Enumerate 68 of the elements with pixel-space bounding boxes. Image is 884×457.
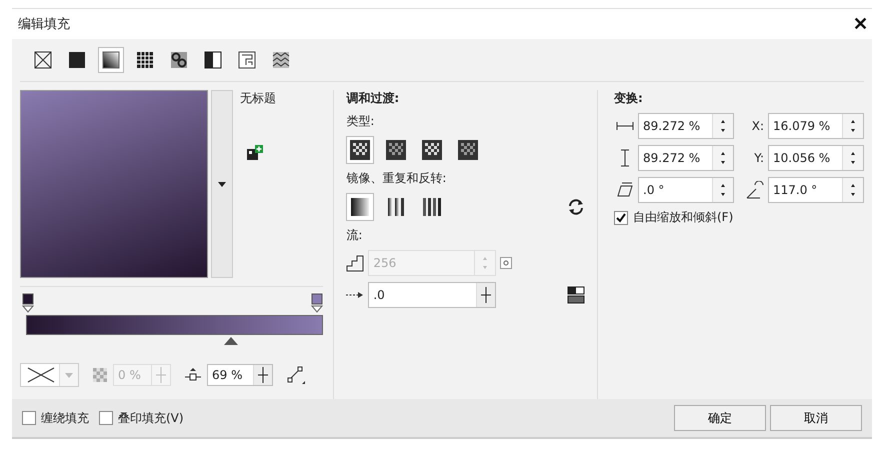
midpoint-field[interactable]: 69 % <box>207 364 273 386</box>
option-checkbox[interactable]: 缠绕填充 <box>22 410 89 426</box>
acceleration-field[interactable]: .0 <box>368 282 496 308</box>
width-icon <box>616 120 634 132</box>
transform-field[interactable]: 89.272 % <box>638 113 734 139</box>
steps-icon <box>346 254 364 272</box>
node-line-icon[interactable] <box>287 366 305 384</box>
transform-field[interactable]: 117.0 ° <box>768 177 864 203</box>
save-add-icon[interactable] <box>246 145 264 161</box>
color-node[interactable] <box>311 293 324 313</box>
node-color-dropdown[interactable] <box>20 363 79 387</box>
checkmark-icon <box>616 212 626 222</box>
gradient-stripes-icon <box>386 197 406 217</box>
postscript-fill-icon <box>272 51 290 69</box>
transform-field[interactable]: 16.079 % <box>768 113 864 139</box>
rotate-icon <box>746 181 764 199</box>
reverse-icon[interactable] <box>567 198 585 216</box>
caret-icon <box>218 182 226 186</box>
spinner-arrows-icon[interactable] <box>720 183 726 197</box>
skew-icon <box>616 182 634 198</box>
spinner-arrows-icon[interactable] <box>850 119 856 133</box>
texture-fill-icon <box>238 51 256 69</box>
spinner-arrows-icon[interactable] <box>850 183 856 197</box>
option-checkbox[interactable]: 叠印填充(V) <box>99 410 184 426</box>
axis-label: X: <box>752 119 764 133</box>
section-title: 变换: <box>614 90 643 107</box>
slider-icon[interactable] <box>481 287 492 303</box>
cross-icon <box>27 367 55 383</box>
spinner-arrows-icon[interactable] <box>720 119 726 133</box>
window-title: 编辑填充 <box>18 16 70 33</box>
slider-icon[interactable] <box>258 367 268 383</box>
flow-label: 流: <box>346 227 362 244</box>
color-node[interactable] <box>22 293 34 313</box>
default-gradient-button[interactable] <box>346 193 374 221</box>
type-label: 类型: <box>346 113 374 130</box>
checker-icon <box>350 140 370 160</box>
transform-field[interactable]: .0 ° <box>638 177 734 203</box>
acceleration-icon <box>346 290 364 300</box>
free-scale-checkbox[interactable]: 自由缩放和倾斜(F) <box>614 209 734 226</box>
twocolor-fill-icon <box>204 51 222 69</box>
gradient-stripes-icon <box>350 197 370 217</box>
transform-field[interactable]: 89.272 % <box>638 145 734 171</box>
spinner-arrows-icon[interactable] <box>720 151 726 165</box>
preset-name: 无标题 <box>240 90 276 107</box>
ok-button[interactable]: 确定 <box>674 405 766 431</box>
fountain-fill-icon <box>102 51 120 69</box>
blend-type-button[interactable] <box>346 136 374 164</box>
mirror-label: 镜像、重复和反转: <box>346 170 446 187</box>
spinner-arrows-icon[interactable] <box>850 151 856 165</box>
bitmap-fill-icon <box>170 51 188 69</box>
midpoint-icon <box>185 368 201 382</box>
gradient-stripes-icon <box>422 197 442 217</box>
section-title: 调和过渡: <box>346 90 400 107</box>
checker-icon <box>93 368 107 382</box>
transform-field[interactable]: 10.056 % <box>768 145 864 171</box>
fountain-fill-button[interactable] <box>98 47 124 73</box>
checker-icon <box>422 140 442 160</box>
caret-icon <box>65 372 73 378</box>
uniform-fill-icon <box>68 51 86 69</box>
cancel-button[interactable]: 取消 <box>770 405 862 431</box>
checker-icon <box>386 140 406 160</box>
vector-fill-icon <box>136 51 154 69</box>
midpoint-handle[interactable] <box>224 337 238 345</box>
blend-smooth-icon[interactable] <box>567 286 585 304</box>
checker-icon <box>458 140 478 160</box>
axis-label: Y: <box>754 151 764 165</box>
close-button[interactable]: ✕ <box>849 13 872 35</box>
none-fill-icon <box>34 51 52 69</box>
